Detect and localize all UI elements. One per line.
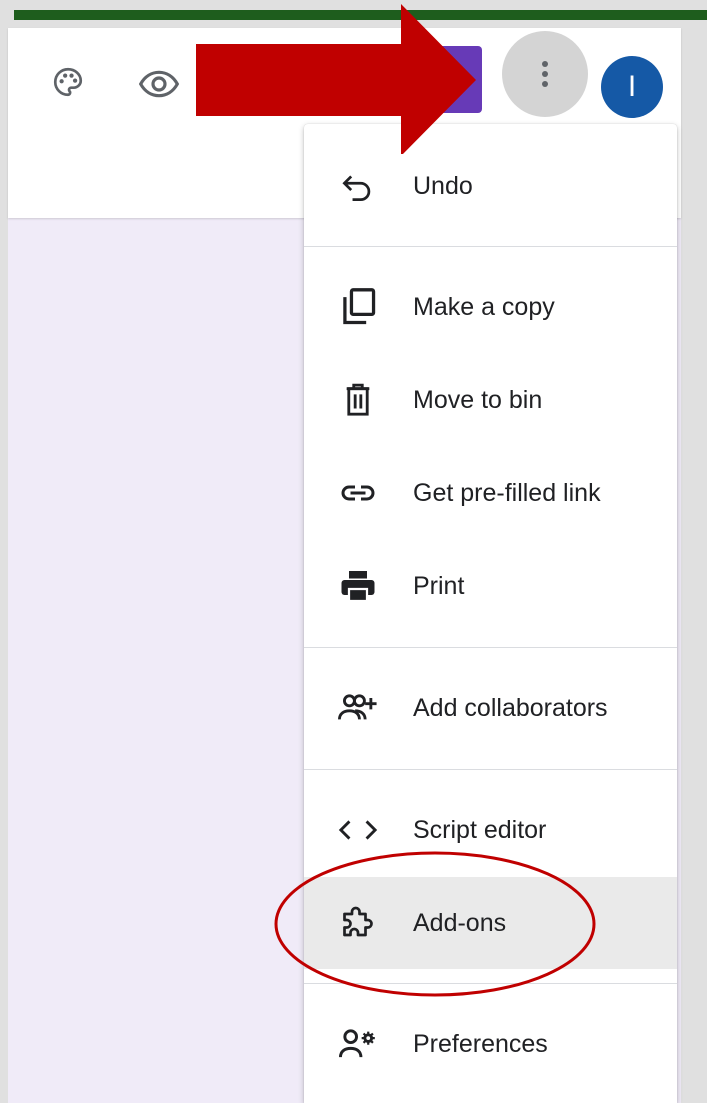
menu-item-label: Add-ons bbox=[413, 908, 507, 937]
menu-item-label: Add collaborators bbox=[413, 693, 608, 722]
menu-item-get-prefilled-link[interactable]: Get pre-filled link bbox=[304, 447, 677, 539]
divider bbox=[304, 246, 677, 247]
palette-icon[interactable] bbox=[46, 60, 90, 104]
menu-item-undo[interactable]: Undo bbox=[304, 140, 677, 232]
menu-item-label: Undo bbox=[413, 171, 473, 200]
divider bbox=[304, 983, 677, 984]
copy-icon bbox=[336, 285, 380, 329]
link-icon bbox=[336, 471, 380, 515]
menu-item-move-to-bin[interactable]: Move to bin bbox=[304, 354, 677, 446]
puzzle-icon bbox=[336, 901, 380, 945]
menu-item-preferences[interactable]: Preferences bbox=[304, 998, 677, 1090]
printer-icon bbox=[336, 564, 380, 608]
menu-item-label: Script editor bbox=[413, 815, 547, 844]
trash-icon bbox=[336, 378, 380, 422]
menu-item-label: Print bbox=[413, 571, 465, 600]
divider bbox=[304, 769, 677, 770]
eye-icon[interactable] bbox=[134, 62, 184, 106]
avatar[interactable]: I bbox=[601, 56, 663, 118]
avatar-initial: I bbox=[627, 70, 637, 103]
menu-item-label: Get pre-filled link bbox=[413, 478, 601, 507]
menu-item-add-collaborators[interactable]: Add collaborators bbox=[304, 662, 677, 754]
divider bbox=[304, 647, 677, 648]
add-people-icon bbox=[336, 686, 380, 730]
menu-item-label: Move to bin bbox=[413, 385, 543, 414]
menu-item-label: Preferences bbox=[413, 1029, 548, 1058]
menu-item-print[interactable]: Print bbox=[304, 540, 677, 632]
undo-icon bbox=[336, 164, 380, 208]
menu-item-script-editor[interactable]: Script editor bbox=[304, 784, 677, 876]
code-icon bbox=[336, 808, 380, 852]
menu-item-add-ons[interactable]: Add-ons bbox=[304, 877, 677, 969]
more-options-menu: Undo Make a copy Move to bin Get pre-fil… bbox=[304, 124, 677, 1103]
top-border-bar bbox=[14, 10, 707, 20]
menu-item-make-copy[interactable]: Make a copy bbox=[304, 261, 677, 353]
more-vert-icon[interactable] bbox=[502, 31, 588, 117]
person-settings-icon bbox=[336, 1022, 380, 1066]
menu-item-label: Make a copy bbox=[413, 292, 555, 321]
send-button[interactable] bbox=[428, 46, 482, 113]
